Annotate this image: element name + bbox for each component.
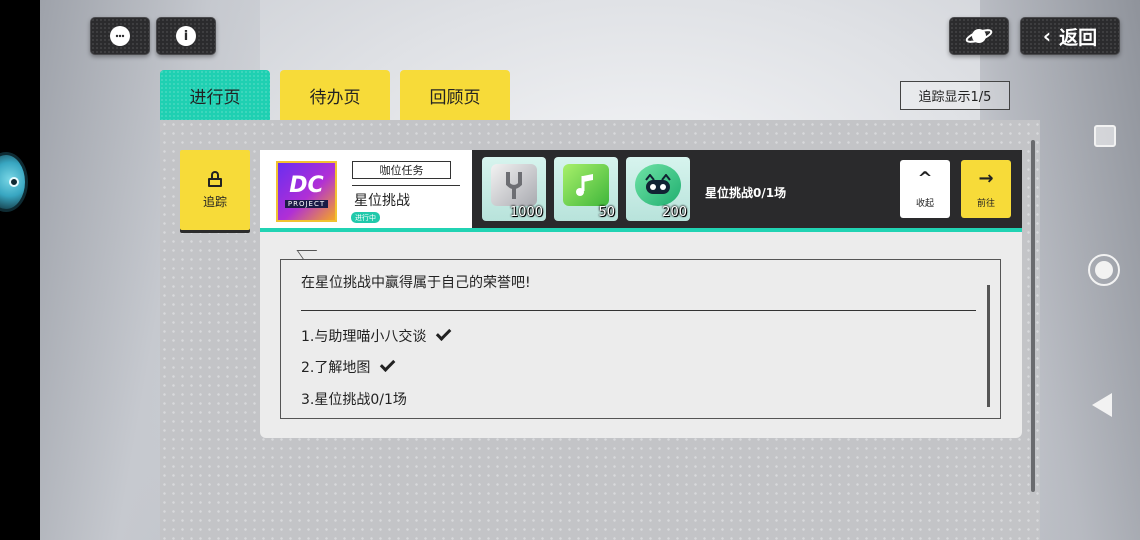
quest-divider <box>352 185 460 186</box>
quest-name: 星位挑战 <box>354 193 410 209</box>
planet-icon <box>965 29 993 43</box>
reward-item[interactable]: 50 <box>554 157 618 221</box>
music-cube-icon <box>563 164 609 206</box>
tab-in-progress[interactable]: 进行页 <box>160 70 270 120</box>
quest-type-label: 咖位任务 <box>352 161 451 179</box>
checkmark-icon <box>380 356 396 372</box>
quest-card[interactable]: DC PROJECT 咖位任务 星位挑战 进行中 1000 50 200 星位挑… <box>260 150 1022 232</box>
info-button[interactable]: i <box>156 17 216 55</box>
quest-step: 2.了解地图 <box>301 356 396 377</box>
quest-step: 3.星位挑战0/1场 <box>301 389 407 409</box>
lock-icon <box>208 170 222 187</box>
reward-quantity: 1000 <box>509 205 543 220</box>
tab-label: 待办页 <box>309 87 361 108</box>
reward-item[interactable]: 200 <box>626 157 690 221</box>
cat-token-icon <box>635 164 681 206</box>
dc-project-logo: DC PROJECT <box>276 161 337 222</box>
back-label: 返回 <box>1059 26 1098 49</box>
quest-info: DC PROJECT 咖位任务 星位挑战 进行中 <box>260 150 472 228</box>
tuning-fork-icon <box>491 164 537 206</box>
arrow-right-icon: → <box>978 167 994 189</box>
chat-bubble-icon <box>110 26 130 46</box>
status-badge: 进行中 <box>351 212 380 223</box>
panel-scrollbar[interactable] <box>1031 140 1035 492</box>
quest-detail-card: 在星位挑战中赢得属于自己的荣誉吧! 1.与助理喵小八交谈 2.了解地图 3.星位… <box>260 232 1022 438</box>
back-button[interactable]: ‹ 返回 <box>1020 17 1120 55</box>
home-button[interactable] <box>1088 254 1120 286</box>
info-icon: i <box>176 26 196 46</box>
go-label: 前往 <box>976 198 995 209</box>
tab-todo[interactable]: 待办页 <box>280 70 390 120</box>
checkmark-icon <box>436 325 452 341</box>
reward-quantity: 50 <box>598 205 615 220</box>
step-text: 1.与助理喵小八交谈 <box>301 329 427 345</box>
chat-button[interactable] <box>90 17 150 55</box>
quest-progress: 星位挑战0/1场 <box>705 186 787 200</box>
tab-label: 回顾页 <box>429 87 481 108</box>
collapse-label: 收起 <box>915 198 934 209</box>
detail-divider <box>301 310 976 311</box>
logo-subtext: PROJECT <box>284 200 329 208</box>
detail-frame: 在星位挑战中赢得属于自己的荣誉吧! 1.与助理喵小八交谈 2.了解地图 3.星位… <box>280 259 1001 419</box>
chevron-up-icon: ^ <box>917 167 933 189</box>
logo-text: DC <box>289 173 324 198</box>
planet-button[interactable] <box>949 17 1009 55</box>
track-label: 追踪 <box>202 194 227 209</box>
chevron-left-icon: ‹ <box>1042 24 1052 48</box>
detail-scrollbar[interactable] <box>987 285 990 407</box>
reward-quantity: 200 <box>662 205 687 220</box>
step-text: 3.星位挑战0/1场 <box>301 392 407 408</box>
track-button[interactable]: 追踪 <box>180 150 250 230</box>
tracking-display-count: 追踪显示1/5 <box>900 81 1010 110</box>
system-back-button[interactable] <box>1092 393 1112 417</box>
recent-apps-button[interactable] <box>1094 125 1116 147</box>
go-button[interactable]: → 前往 <box>961 160 1011 218</box>
reward-item[interactable]: 1000 <box>482 157 546 221</box>
step-text: 2.了解地图 <box>301 360 371 376</box>
tab-review[interactable]: 回顾页 <box>400 70 510 120</box>
quest-step: 1.与助理喵小八交谈 <box>301 325 452 346</box>
collapse-button[interactable]: ^ 收起 <box>900 160 950 218</box>
mascot-eye-icon <box>9 177 19 187</box>
quest-description: 在星位挑战中赢得属于自己的荣誉吧! <box>301 275 531 291</box>
tab-label: 进行页 <box>189 87 241 108</box>
screen-edge <box>0 0 40 540</box>
